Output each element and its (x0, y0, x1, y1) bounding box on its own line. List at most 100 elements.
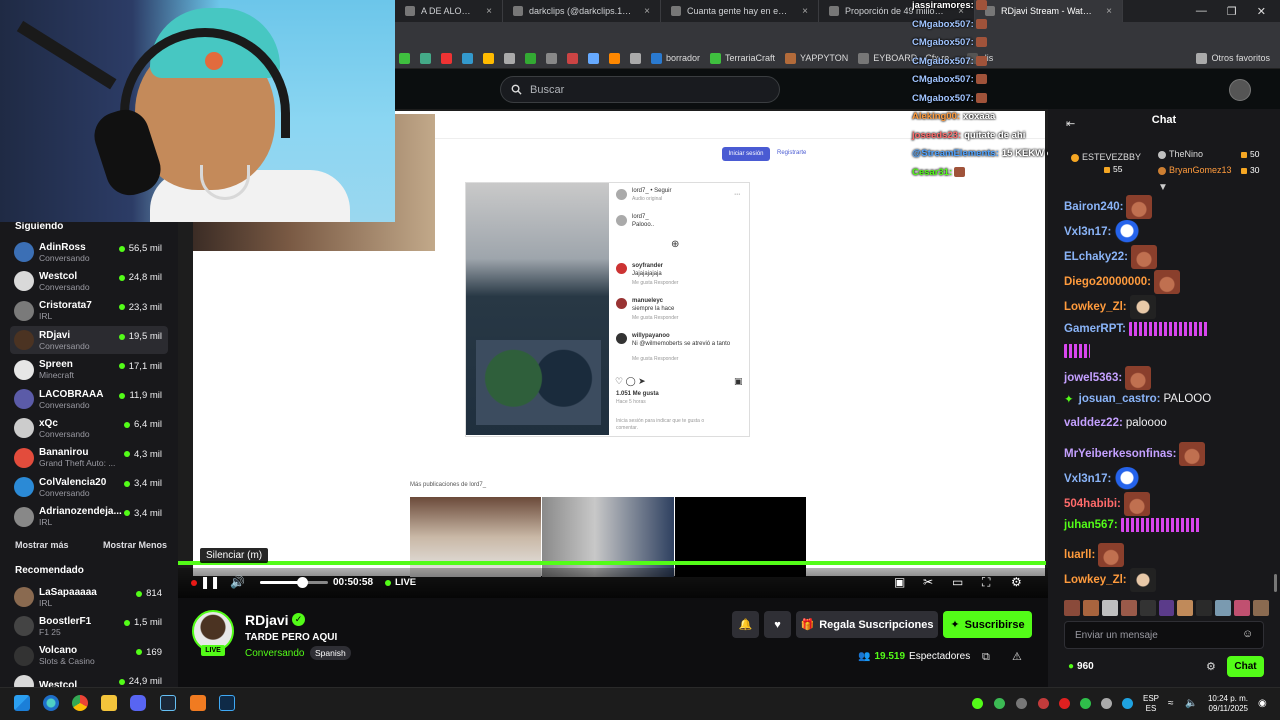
live-indicator[interactable]: LIVE (385, 577, 416, 588)
bookmark-favicon-icon[interactable] (630, 52, 641, 64)
chat-settings-icon[interactable]: ⚙ (1206, 660, 1216, 673)
emote-strip[interactable] (1064, 600, 1269, 616)
browser-tab[interactable]: A DE ALOFOKE LA GRAN × (395, 0, 503, 22)
sidebar-channel[interactable]: RDjavi Conversando 19,5 mil (10, 326, 168, 355)
tray-kick-icon[interactable] (972, 698, 983, 709)
close-tab-icon[interactable]: × (1106, 6, 1112, 17)
bookmark-favicon-icon[interactable] (609, 52, 620, 64)
bookmark-favicon-icon[interactable] (588, 52, 599, 64)
volume-icon[interactable]: 🔊 (230, 575, 245, 589)
bookmark-favicon-icon[interactable] (420, 52, 431, 64)
chat-username[interactable]: ELchaky22: (1064, 251, 1128, 263)
channel-points[interactable]: ● 960 (1068, 661, 1094, 672)
notifications-icon[interactable]: ◉ (1258, 698, 1269, 709)
bookmark-favicon-icon[interactable] (483, 52, 494, 64)
emote-icon[interactable] (1158, 600, 1175, 616)
chat-username[interactable]: Vxl3n17: (1064, 473, 1111, 485)
chat-username[interactable]: Vxl3n17: (1064, 226, 1111, 238)
edge-icon[interactable] (43, 695, 59, 711)
language-tag[interactable]: Spanish (310, 646, 351, 660)
bookmark-favicon-icon[interactable] (567, 52, 578, 64)
bookmark-favicon-icon[interactable] (399, 52, 410, 64)
discord-icon[interactable] (130, 695, 146, 711)
pip-icon[interactable]: ▣ (894, 575, 905, 589)
emoji-icon[interactable]: ☺ (1242, 628, 1253, 640)
file-explorer-icon[interactable] (101, 695, 117, 711)
emote-icon[interactable] (1101, 600, 1118, 616)
leaderboard-user[interactable]: BryanGomez13 (1158, 165, 1232, 175)
gift-subs-button[interactable]: 🎁 Regala Suscripciones (796, 611, 938, 638)
steam-icon[interactable] (160, 695, 176, 711)
tray-icon-5[interactable] (1059, 698, 1070, 709)
windows-start-icon[interactable] (14, 695, 30, 711)
sidebar-channel[interactable]: Adrianozendeja... IRL 3,4 mil (10, 503, 168, 531)
follow-button[interactable]: ♥ (764, 611, 791, 638)
clip-icon[interactable]: ✂ (923, 575, 933, 589)
leaderboard-user[interactable]: ESTEVEZBBY (1071, 152, 1141, 162)
chrome-icon[interactable] (72, 695, 88, 711)
app-icon-orange[interactable] (190, 695, 206, 711)
sidebar-channel[interactable]: Volcano Slots & Casino 169 (10, 642, 168, 670)
stream-category[interactable]: Conversando (245, 648, 304, 659)
emote-icon[interactable] (1253, 600, 1269, 616)
browser-tab[interactable]: RDjavi Stream - Watch Live × (975, 0, 1123, 22)
speaker-icon[interactable]: 🔈 (1185, 698, 1197, 709)
tray-icon-7[interactable] (1101, 698, 1112, 709)
bookmark-item[interactable]: TerrariaCraft (710, 52, 775, 64)
browser-tab[interactable]: Cuanta gente hay en españa - Bu × (661, 0, 819, 22)
sidebar-channel[interactable]: Cristorata7 IRL 23,3 mil (10, 297, 168, 325)
keyboard-language[interactable]: ESP ES (1143, 694, 1159, 714)
chat-username[interactable]: Bairon240: (1064, 201, 1123, 213)
bookmark-item[interactable]: YAPPYTON (785, 52, 848, 64)
tray-icon-8[interactable] (1122, 698, 1133, 709)
leaderboard-user[interactable]: TheNino (1158, 149, 1203, 159)
tray-icon-2[interactable] (994, 698, 1005, 709)
browser-tab[interactable]: darkclips (@darkclips.1) | TikTok × (503, 0, 661, 22)
chat-message-input[interactable]: Enviar un mensaje (1064, 621, 1264, 649)
report-icon[interactable]: ⚠ (1012, 650, 1022, 663)
fullscreen-icon[interactable]: ⛶ (982, 575, 990, 590)
chat-username[interactable]: Lowkey_Zl: (1064, 301, 1127, 313)
sidebar-channel[interactable]: xQc Conversando 6,4 mil (10, 414, 168, 442)
sidebar-channel[interactable]: Westcol Conversando 24,8 mil (10, 267, 168, 295)
chat-username[interactable]: Diego20000000: (1064, 276, 1151, 288)
emote-icon[interactable] (1215, 600, 1232, 616)
theater-mode-icon[interactable]: ▭ (952, 575, 963, 589)
share-icon[interactable]: ⧉ (982, 651, 990, 664)
chat-send-button[interactable]: Chat (1227, 656, 1264, 677)
sidebar-channel[interactable]: ColValencia20 Conversando 3,4 mil (10, 473, 168, 501)
chat-username[interactable]: Lowkey_Zl: (1064, 574, 1127, 586)
clock[interactable]: 10:24 p. m. 09/11/2025 (1203, 694, 1248, 714)
chat-username[interactable]: josuan_castro: (1079, 393, 1161, 405)
emote-icon[interactable] (1064, 600, 1080, 616)
close-window-icon[interactable]: ✕ (1257, 5, 1266, 18)
sidebar-channel[interactable]: AdinRoss Conversando 56,5 mil (10, 238, 168, 266)
emote-icon[interactable] (1196, 600, 1213, 616)
emote-icon[interactable] (1082, 600, 1099, 616)
emote-icon[interactable] (1234, 600, 1251, 616)
address-bar[interactable] (395, 22, 1280, 48)
tray-icon-4[interactable] (1038, 698, 1049, 709)
sidebar-channel[interactable]: LaSapaaaaa IRL 814 (10, 583, 168, 611)
pin-icon[interactable]: ▼ (1158, 182, 1168, 193)
sidebar-channel[interactable]: Bananirou Grand Theft Auto: ... 4,3 mil (10, 444, 168, 472)
chat-username[interactable]: luarll: (1064, 549, 1095, 561)
emote-icon[interactable] (1120, 600, 1137, 616)
chat-username[interactable]: GamerRPT: (1064, 323, 1126, 335)
emote-icon[interactable] (1139, 600, 1156, 616)
close-tab-icon[interactable]: × (486, 6, 492, 17)
chat-scrollbar[interactable] (1274, 574, 1277, 592)
close-tab-icon[interactable]: × (802, 6, 808, 17)
bookmark-item[interactable]: borrador (651, 52, 700, 64)
bookmark-favicon-icon[interactable] (504, 52, 515, 64)
pause-icon[interactable]: ❚❚ (200, 575, 220, 589)
chat-username[interactable]: valddez22: (1064, 417, 1123, 429)
tray-icon-3[interactable] (1016, 698, 1027, 709)
bookmark-favicon-icon[interactable] (525, 52, 536, 64)
search-input[interactable]: Buscar (500, 76, 780, 103)
minimize-icon[interactable]: — (1196, 5, 1207, 17)
restore-icon[interactable]: ❐ (1227, 5, 1237, 18)
sidebar-channel[interactable]: LACOBRAAA Conversando 11,9 mil (10, 385, 168, 413)
emote-icon[interactable] (1177, 600, 1194, 616)
bookmark-favicon-icon[interactable] (441, 52, 452, 64)
